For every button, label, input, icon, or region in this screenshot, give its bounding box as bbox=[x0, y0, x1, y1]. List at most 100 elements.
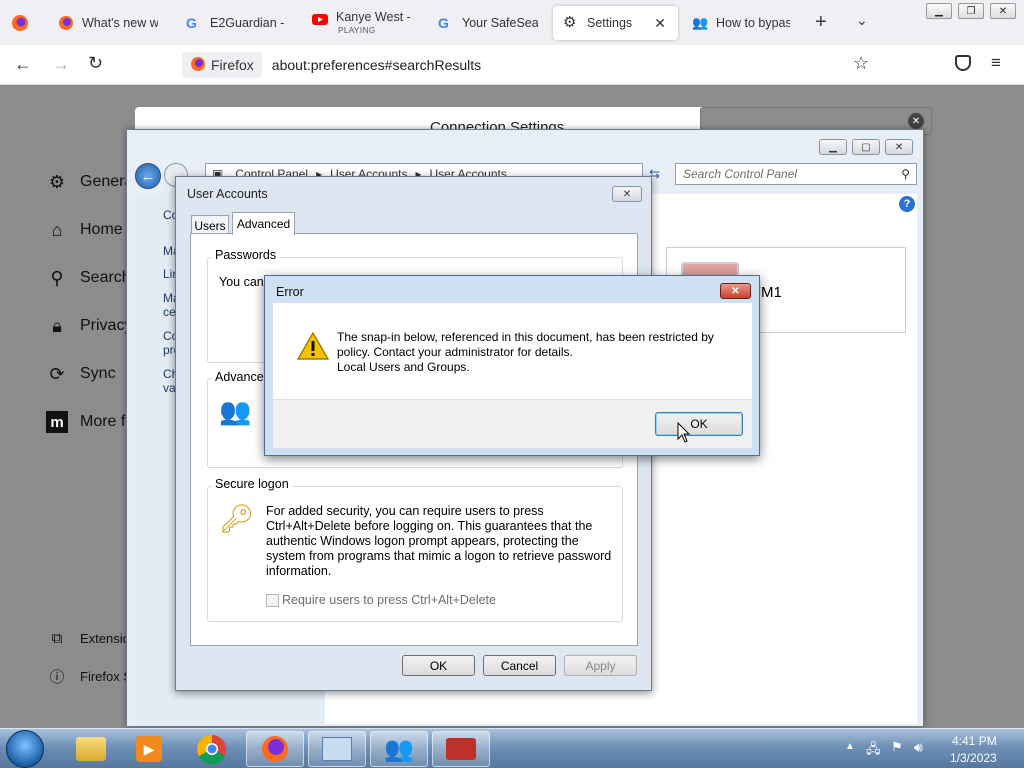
search-icon: ⚲ bbox=[50, 267, 64, 288]
key-icon: 🔑︎ bbox=[219, 503, 255, 534]
list-tabs-icon[interactable]: ⌄ bbox=[856, 12, 868, 29]
taskbar-user-accounts[interactable]: 👥 bbox=[370, 731, 428, 767]
taskbar-control-panel[interactable] bbox=[308, 731, 366, 767]
tab-label: Settings bbox=[587, 16, 633, 30]
firefox-icon bbox=[262, 736, 288, 762]
tab-users[interactable]: Users bbox=[191, 215, 229, 235]
action-center-icon[interactable]: ⚑ bbox=[891, 739, 903, 755]
maximize-button[interactable]: ▢ bbox=[852, 139, 880, 155]
tab-e2guardian[interactable]: G E2Guardian - U bbox=[176, 6, 296, 40]
url-bar[interactable]: Firefox about:preferences#searchResults bbox=[180, 50, 880, 80]
taskbar-explorer[interactable] bbox=[62, 731, 120, 767]
tab-settings[interactable]: ⚙ Settings ✕ bbox=[553, 6, 678, 40]
start-button[interactable] bbox=[6, 730, 44, 768]
sidebar-item-sync[interactable]: ⟳ Sync bbox=[46, 363, 116, 385]
gear-icon: ⚙ bbox=[48, 171, 66, 192]
forward-icon[interactable]: → bbox=[52, 54, 70, 75]
back-button[interactable]: ← bbox=[135, 163, 161, 189]
ok-button[interactable]: OK bbox=[402, 655, 475, 676]
tab-playing-label: PLAYING bbox=[338, 26, 376, 35]
identity-box[interactable]: Firefox bbox=[182, 52, 262, 78]
error-body: The snap-in below, referenced in this do… bbox=[273, 303, 752, 399]
sidebar-item-label: Sync bbox=[80, 365, 116, 382]
users-icon: 👥 bbox=[384, 735, 414, 763]
gear-icon: ⚙ bbox=[563, 14, 577, 31]
url-text[interactable]: about:preferences#searchResults bbox=[272, 57, 481, 73]
users-keys-icon: 👥 bbox=[219, 396, 252, 426]
google-icon: G bbox=[186, 15, 197, 31]
tab-whats-new[interactable]: What's new wit bbox=[48, 6, 168, 40]
sidebar-item-support[interactable]: ⓘ Firefox S bbox=[46, 665, 132, 687]
error-message-line3: Local Users and Groups. bbox=[337, 360, 470, 374]
firefox-view-icon[interactable] bbox=[10, 13, 30, 33]
taskbar-chrome[interactable] bbox=[183, 731, 241, 767]
close-button[interactable]: ✕ bbox=[720, 283, 751, 299]
back-icon[interactable]: ← bbox=[14, 54, 32, 75]
identity-label: Firefox bbox=[211, 57, 254, 73]
ok-button[interactable]: OK bbox=[655, 412, 743, 436]
close-circle-icon[interactable]: ✕ bbox=[908, 113, 924, 129]
bookmark-star-icon[interactable]: ☆ bbox=[853, 53, 869, 74]
secure-logon-label: Secure logon bbox=[212, 477, 292, 491]
task-link[interactable]: va bbox=[163, 381, 176, 395]
sidebar-item-search[interactable]: ⚲ Search bbox=[46, 267, 130, 289]
tab-how-to-bypass[interactable]: 👥 How to bypass bbox=[682, 6, 800, 40]
cancel-button[interactable]: Cancel bbox=[483, 655, 556, 676]
ctrl-alt-del-label: Require users to press Ctrl+Alt+Delete bbox=[282, 593, 496, 607]
taskbar-firefox[interactable] bbox=[246, 731, 304, 767]
puzzle-icon: ⧉ bbox=[51, 629, 63, 647]
taskbar-toolbox[interactable] bbox=[432, 731, 490, 767]
restore-button[interactable]: ❐ bbox=[958, 3, 984, 19]
tab-safesearch[interactable]: G Your SafeSearch bbox=[428, 6, 548, 40]
help-icon: ⓘ bbox=[49, 668, 65, 686]
task-link[interactable]: ce bbox=[163, 305, 176, 319]
media-player-icon: ▶ bbox=[136, 736, 162, 762]
close-button[interactable]: ✕ bbox=[885, 139, 913, 155]
volume-icon[interactable]: 🔊︎ bbox=[914, 739, 923, 756]
new-tab-icon[interactable]: + bbox=[815, 11, 827, 34]
taskbar-media-player[interactable]: ▶ bbox=[120, 731, 178, 767]
google-icon: G bbox=[438, 15, 449, 31]
sidebar-item-label: Firefox S bbox=[80, 668, 133, 684]
apply-button[interactable]: Apply bbox=[564, 655, 637, 676]
sidebar-item-privacy[interactable]: 🔒︎ Privacy bbox=[46, 315, 132, 337]
ctrl-alt-del-checkbox[interactable] bbox=[266, 594, 279, 607]
close-tab-icon[interactable]: ✕ bbox=[654, 15, 666, 32]
show-hidden-icons[interactable]: ▲ bbox=[845, 741, 855, 752]
sidebar-item-label: Extensio bbox=[80, 630, 130, 646]
sidebar-item-label: More f bbox=[80, 413, 126, 430]
search-box[interactable]: Search Control Panel ⚲ bbox=[675, 163, 917, 185]
clock-time[interactable]: 4:41 PM bbox=[952, 734, 997, 748]
tab-label: Kanye West - St bbox=[336, 10, 410, 24]
sidebar-item-general[interactable]: ⚙ Genera bbox=[46, 171, 133, 193]
dialog-title: User Accounts bbox=[187, 187, 268, 201]
error-title: Error bbox=[276, 285, 304, 299]
minimize-button[interactable]: ▁ bbox=[926, 3, 952, 19]
minimize-button[interactable]: ▁ bbox=[819, 139, 847, 155]
tab-advanced[interactable]: Advanced bbox=[232, 212, 295, 235]
tab-label: Users bbox=[194, 218, 226, 233]
reload-icon[interactable]: ↻ bbox=[88, 53, 103, 74]
help-icon[interactable]: ? bbox=[899, 196, 915, 212]
pocket-icon[interactable] bbox=[955, 55, 971, 71]
sidebar-item-label: Home bbox=[80, 221, 123, 238]
clock-date[interactable]: 1/3/2023 bbox=[950, 751, 997, 765]
sidebar-item-home[interactable]: ⌂ Home bbox=[46, 219, 123, 241]
toolbox-icon bbox=[446, 738, 476, 760]
control-panel-icon bbox=[322, 737, 352, 761]
mouse-cursor-icon bbox=[677, 421, 691, 447]
firefox-icon bbox=[58, 15, 74, 31]
error-message-line2: policy. Contact your administrator for d… bbox=[337, 345, 573, 359]
menu-icon[interactable]: ≡ bbox=[991, 53, 1001, 73]
network-icon[interactable]: 🖧 bbox=[866, 740, 881, 762]
folder-icon bbox=[76, 737, 106, 761]
close-window-button[interactable]: ✕ bbox=[990, 3, 1016, 19]
sidebar-item-more-from-mozilla[interactable]: m More f bbox=[46, 411, 125, 433]
sidebar-item-extensions[interactable]: ⧉ Extensio bbox=[46, 627, 130, 649]
passwords-text: You can bbox=[219, 275, 264, 289]
close-button[interactable]: ✕ bbox=[612, 186, 642, 202]
sidebar-item-label: Privacy bbox=[80, 317, 133, 334]
settings-sidebar: ⚙ Genera ⌂ Home ⚲ Search 🔒︎ Privacy ⟳ Sync mM… bbox=[0, 85, 140, 768]
tab-kanye-west[interactable]: Kanye West - St PLAYING bbox=[302, 6, 420, 40]
search-placeholder: Search Control Panel bbox=[683, 167, 798, 181]
